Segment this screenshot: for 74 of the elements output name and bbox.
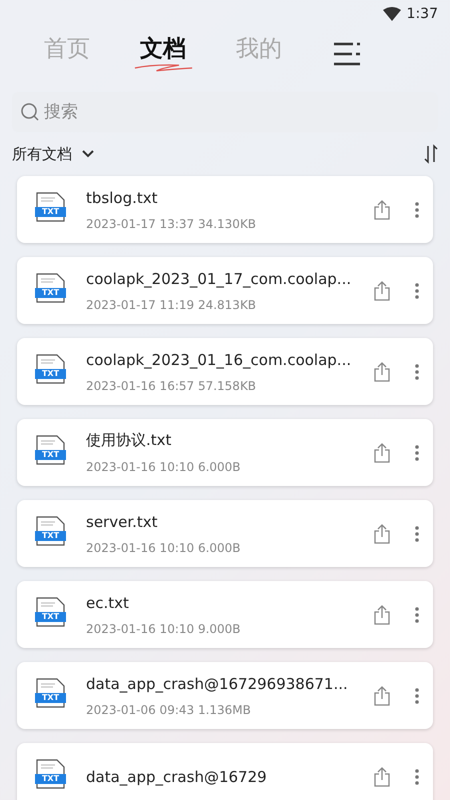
more-vertical-icon [415,364,419,380]
share-button[interactable] [373,604,391,624]
sort-icon [424,144,438,164]
file-name: coolapk_2023_01_17_com.coolap... [86,270,352,288]
file-card[interactable]: TXT tbslog.txt 2023-01-17 13:37 34.130KB [17,176,433,243]
search-icon [20,102,40,122]
file-name: tbslog.txt [86,188,158,206]
file-card[interactable]: TXT ec.txt 2023-01-16 10:10 9.000B [17,581,433,648]
file-info: 2023-01-16 10:10 6.000B [86,460,242,474]
file-card[interactable]: TXT data_app_crash@167296938671... 2023-01-06 09:43 1.136MB [17,662,433,729]
more-vertical-icon [415,202,419,218]
share-icon [373,686,391,706]
share-icon [373,280,391,300]
share-icon [373,766,391,786]
file-type-label: TXT [35,774,66,784]
file-type-label: TXT [35,612,66,622]
share-button[interactable] [373,766,391,786]
more-button[interactable] [415,444,419,460]
tab[interactable]: 文档 [134,30,192,78]
share-button[interactable] [373,686,391,706]
file-info: 2023-01-17 13:37 34.130KB [86,216,258,230]
more-button[interactable] [415,526,419,542]
menu-icon [334,42,360,66]
file-name: coolapk_2023_01_16_com.coolap... [86,350,352,368]
file-name: 使用协议.txt [86,431,172,450]
share-icon [373,200,391,220]
more-vertical-icon [415,688,419,704]
file-card[interactable]: TXT data_app_crash@16729 [17,743,433,800]
file-card[interactable]: TXT coolapk_2023_01_16_com.coolap... 2023-01-16 16:57 57.158KB [17,338,433,405]
more-vertical-icon [415,526,419,542]
status-time: 1:37 [406,6,438,22]
file-type-label: TXT [35,531,66,541]
file-card[interactable]: TXT server.txt 2023-01-16 10:10 6.000B [17,500,433,567]
file-type-label: TXT [35,693,66,703]
share-icon [373,524,391,544]
share-icon [373,442,391,462]
share-button[interactable] [373,280,391,300]
share-button[interactable] [373,442,391,462]
more-button[interactable] [415,606,419,622]
more-vertical-icon [415,444,419,460]
share-icon [373,362,391,382]
more-button[interactable] [415,688,419,704]
wifi-icon [382,7,401,21]
file-type-label: TXT [35,450,66,460]
file-info: 2023-01-06 09:43 1.136MB [86,702,252,716]
more-vertical-icon [415,282,419,298]
file-info: 2023-01-17 11:19 24.813KB [86,298,258,312]
file-card[interactable]: TXT coolapk_2023_01_17_com.coolap... 2023-01-17 11:19 24.813KB [17,257,433,324]
more-button[interactable] [415,202,419,218]
file-name: data_app_crash@167296938671... [86,674,349,692]
underline-squiggle-icon [134,62,194,74]
chevron-down-icon [82,150,94,158]
menu-button[interactable] [334,42,360,66]
file-name: server.txt [86,512,159,530]
file-name: data_app_crash@16729 [86,768,268,786]
filter-dropdown[interactable]: 所有文档 [12,144,94,164]
file-info: 2023-01-16 10:10 6.000B [86,540,242,554]
file-name: ec.txt [86,594,130,612]
share-icon [373,604,391,624]
more-button[interactable] [415,768,419,784]
file-type-label: TXT [35,207,66,217]
sort-button[interactable] [424,144,438,164]
more-button[interactable] [415,282,419,298]
more-button[interactable] [415,364,419,380]
more-vertical-icon [415,606,419,622]
share-button[interactable] [373,362,391,382]
more-vertical-icon [415,768,419,784]
file-info: 2023-01-16 10:10 9.000B [86,622,242,636]
file-info: 2023-01-16 16:57 57.158KB [86,378,258,392]
file-card[interactable]: TXT 使用协议.txt 2023-01-16 10:10 6.000B [17,419,433,486]
file-type-label: TXT [35,288,66,298]
file-type-label: TXT [35,369,66,379]
share-button[interactable] [373,200,391,220]
share-button[interactable] [373,524,391,544]
